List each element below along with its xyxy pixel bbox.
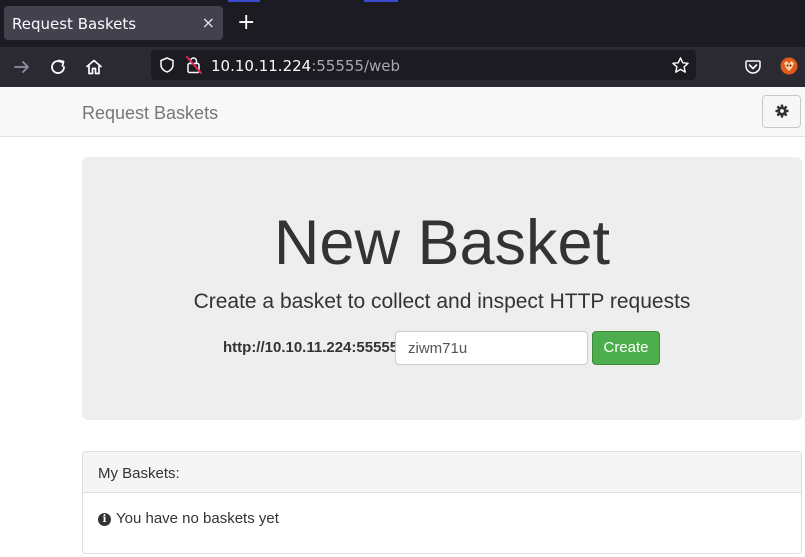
my-baskets-panel: My Baskets: i You have no baskets yet: [82, 451, 802, 554]
url-host: 10.10.11.224: [211, 57, 312, 75]
extension-icon[interactable]: [779, 56, 799, 76]
shield-icon[interactable]: [158, 56, 176, 74]
gear-icon: [775, 104, 789, 118]
create-button[interactable]: Create: [592, 331, 660, 365]
url-text[interactable]: 10.10.11.224:55555/web: [211, 57, 400, 75]
info-icon: i: [98, 513, 111, 526]
page-subtitle: Create a basket to collect and inspect H…: [193, 290, 691, 313]
settings-button[interactable]: [762, 95, 801, 128]
empty-baskets-message: You have no baskets yet: [116, 510, 279, 527]
forward-icon[interactable]: [12, 57, 32, 77]
new-tab-button[interactable]: +: [237, 11, 255, 35]
close-icon[interactable]: ×: [202, 13, 215, 32]
browser-tab-bar: Request Baskets × +: [0, 0, 805, 47]
app-navbar: Request Baskets: [0, 87, 805, 137]
browser-nav-bar: 10.10.11.224:55555/web: [0, 47, 805, 87]
tab-title: Request Baskets: [12, 15, 137, 33]
panel-body: i You have no baskets yet: [98, 510, 279, 527]
new-basket-jumbotron: New Basket Create a basket to collect an…: [82, 157, 802, 420]
basket-name-input[interactable]: [395, 331, 588, 365]
bookmark-star-icon[interactable]: [671, 56, 690, 75]
panel-heading: My Baskets:: [83, 452, 801, 493]
pocket-icon[interactable]: [744, 58, 762, 76]
url-port-path: :55555/web: [311, 57, 401, 75]
page-title: New Basket: [273, 208, 611, 278]
reload-icon[interactable]: [48, 57, 68, 77]
lock-insecure-icon[interactable]: [185, 55, 203, 75]
app-brand[interactable]: Request Baskets: [82, 103, 218, 124]
url-bar[interactable]: 10.10.11.224:55555/web: [151, 50, 696, 80]
panel-title: My Baskets:: [98, 465, 180, 482]
tab-indicator: [364, 0, 398, 2]
home-icon[interactable]: [84, 57, 104, 77]
tab-indicator: [228, 0, 260, 2]
basket-url-prefix: http://10.10.11.224:55555/: [223, 339, 403, 356]
browser-tab[interactable]: Request Baskets ×: [4, 6, 223, 40]
